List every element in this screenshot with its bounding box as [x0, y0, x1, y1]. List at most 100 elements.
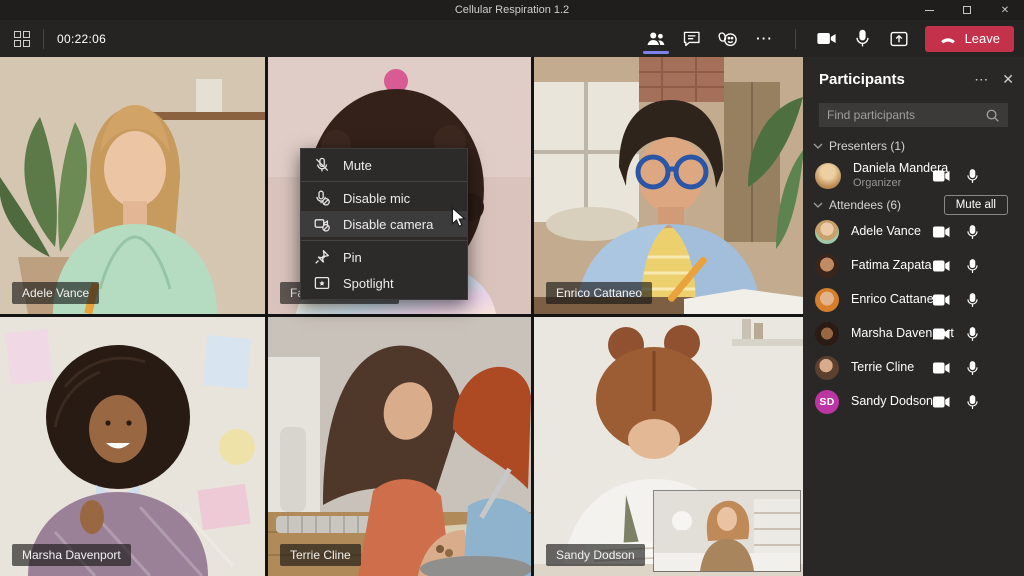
avatar — [815, 356, 839, 380]
reactions-button[interactable] — [710, 20, 746, 57]
camera-on-icon — [933, 260, 950, 272]
video-tile-sandy-dodson[interactable]: Sandy Dodson — [534, 317, 803, 576]
maximize-icon — [963, 6, 971, 14]
maximize-button[interactable] — [948, 0, 986, 20]
video-feed — [0, 317, 265, 576]
avatar — [815, 288, 839, 312]
camera-button[interactable] — [809, 20, 845, 57]
video-tile-enrico-cattaneo[interactable]: Enrico Cattaneo — [534, 57, 803, 314]
people-icon — [645, 28, 667, 50]
participant-row-marsha-davenport[interactable]: Marsha Davenport — [803, 317, 1024, 351]
participants-button[interactable] — [638, 20, 674, 57]
menu-separator — [301, 181, 467, 182]
panel-header: Participants ⋯ ✕ — [819, 71, 1014, 88]
attendees-header-label: Attendees (6) — [829, 198, 901, 212]
participant-name-chip: Enrico Cattaneo — [546, 282, 652, 304]
menu-item-spotlight[interactable]: Spotlight — [301, 270, 467, 296]
window-controls: ✕ — [910, 0, 1024, 20]
row-status-icons — [933, 317, 978, 351]
mic-on-icon — [967, 259, 978, 274]
video-tile-terrie-cline[interactable]: Terrie Cline — [268, 317, 531, 576]
gallery-view-icon[interactable] — [14, 31, 30, 47]
mic-slash-icon — [314, 157, 330, 173]
attendees-section-header[interactable]: Attendees (6) Mute all — [813, 194, 1008, 216]
mic-on-icon — [967, 395, 978, 410]
video-feed — [534, 57, 803, 314]
minimize-button[interactable] — [910, 0, 948, 20]
row-status-icons — [933, 351, 978, 385]
search-input[interactable] — [827, 108, 985, 122]
chat-button[interactable] — [674, 20, 710, 57]
chat-icon — [681, 28, 702, 49]
hangup-icon — [939, 30, 957, 48]
titlebar: Cellular Respiration 1.2 ✕ — [0, 0, 1024, 20]
microphone-button[interactable] — [845, 20, 881, 57]
microphone-icon — [852, 28, 873, 49]
participant-row-fatima-zapata[interactable]: Fatima Zapata — [803, 249, 1024, 283]
participants-panel: Participants ⋯ ✕ Presenters (1) — [803, 57, 1024, 576]
participant-name: Fatima Zapata — [851, 258, 932, 274]
camera-icon — [815, 27, 838, 50]
presenters-header-label: Presenters (1) — [829, 139, 905, 153]
panel-more-options-icon[interactable]: ⋯ — [974, 71, 988, 88]
camera-on-icon — [933, 226, 950, 238]
leave-button[interactable]: Leave — [925, 26, 1014, 52]
video-feed — [0, 57, 265, 314]
avatar — [815, 220, 839, 244]
video-tile-adele-vance[interactable]: Adele Vance — [0, 57, 265, 314]
video-tile-marsha-davenport[interactable]: Marsha Davenport — [0, 317, 265, 576]
participant-name-chip: Terrie Cline — [280, 544, 361, 566]
pin-icon — [314, 249, 330, 265]
teams-meeting-window: Cellular Respiration 1.2 ✕ 00:22:06 — [0, 0, 1024, 576]
video-stage: Adele Vance — [0, 57, 803, 576]
share-screen-button[interactable] — [881, 20, 917, 57]
menu-item-label: Disable mic — [343, 191, 410, 206]
participant-row-enrico-cattaneo[interactable]: Enrico Cattaneo — [803, 283, 1024, 317]
participant-name-chip: Marsha Davenport — [12, 544, 131, 566]
menu-item-mute[interactable]: Mute — [301, 152, 467, 178]
more-options-button[interactable]: ⋯ — [746, 20, 782, 57]
self-view-feed — [654, 491, 800, 571]
menu-item-disable-mic[interactable]: Disable mic — [301, 185, 467, 211]
participant-row-adele-vance[interactable]: Adele Vance — [803, 215, 1024, 249]
row-status-icons — [933, 249, 978, 283]
participant-row-terrie-cline[interactable]: Terrie Cline — [803, 351, 1024, 385]
mic-on-icon — [967, 327, 978, 342]
meeting-main: Adele Vance — [0, 57, 1024, 576]
participant-name: Enrico Cattaneo — [556, 286, 642, 300]
row-status-icons — [933, 215, 978, 249]
menu-item-pin[interactable]: Pin — [301, 244, 467, 270]
participant-name: Sandy Dodson — [556, 548, 635, 562]
divider — [43, 29, 44, 49]
participant-name-chip: Adele Vance — [12, 282, 99, 304]
window-title: Cellular Respiration 1.2 — [455, 4, 569, 16]
camera-disable-icon — [314, 216, 330, 232]
participant-name: Adele Vance — [851, 224, 921, 240]
chevron-down-icon — [813, 202, 823, 208]
mute-all-button[interactable]: Mute all — [944, 195, 1008, 215]
participant-row-sandy-dodson[interactable]: SD Sandy Dodson — [803, 385, 1024, 419]
find-participants-search[interactable] — [819, 103, 1008, 127]
active-tab-underline — [643, 51, 669, 54]
meeting-timer: 00:22:06 — [57, 32, 106, 46]
menu-item-disable-camera[interactable]: Disable camera — [301, 211, 467, 237]
mic-on-icon — [967, 361, 978, 376]
presenters-section-header[interactable]: Presenters (1) — [813, 139, 1008, 153]
self-view-pip[interactable] — [654, 491, 800, 571]
mic-on-icon — [967, 293, 978, 308]
participant-name: Terrie Cline — [851, 360, 914, 376]
avatar: SD — [815, 390, 839, 414]
avatar — [815, 163, 841, 189]
panel-close-icon[interactable]: ✕ — [1002, 71, 1014, 88]
menu-item-label: Pin — [343, 250, 362, 265]
participant-name: Terrie Cline — [290, 548, 351, 562]
avatar — [815, 322, 839, 346]
video-feed — [268, 317, 531, 576]
search-icon — [985, 108, 1000, 123]
row-status-icons — [933, 157, 978, 195]
row-status-icons — [933, 283, 978, 317]
row-status-icons — [933, 385, 978, 419]
close-button[interactable]: ✕ — [986, 0, 1024, 20]
participant-row-daniela-mandera[interactable]: Daniela Mandera Organizer — [803, 157, 1024, 195]
mic-on-icon — [967, 169, 978, 184]
